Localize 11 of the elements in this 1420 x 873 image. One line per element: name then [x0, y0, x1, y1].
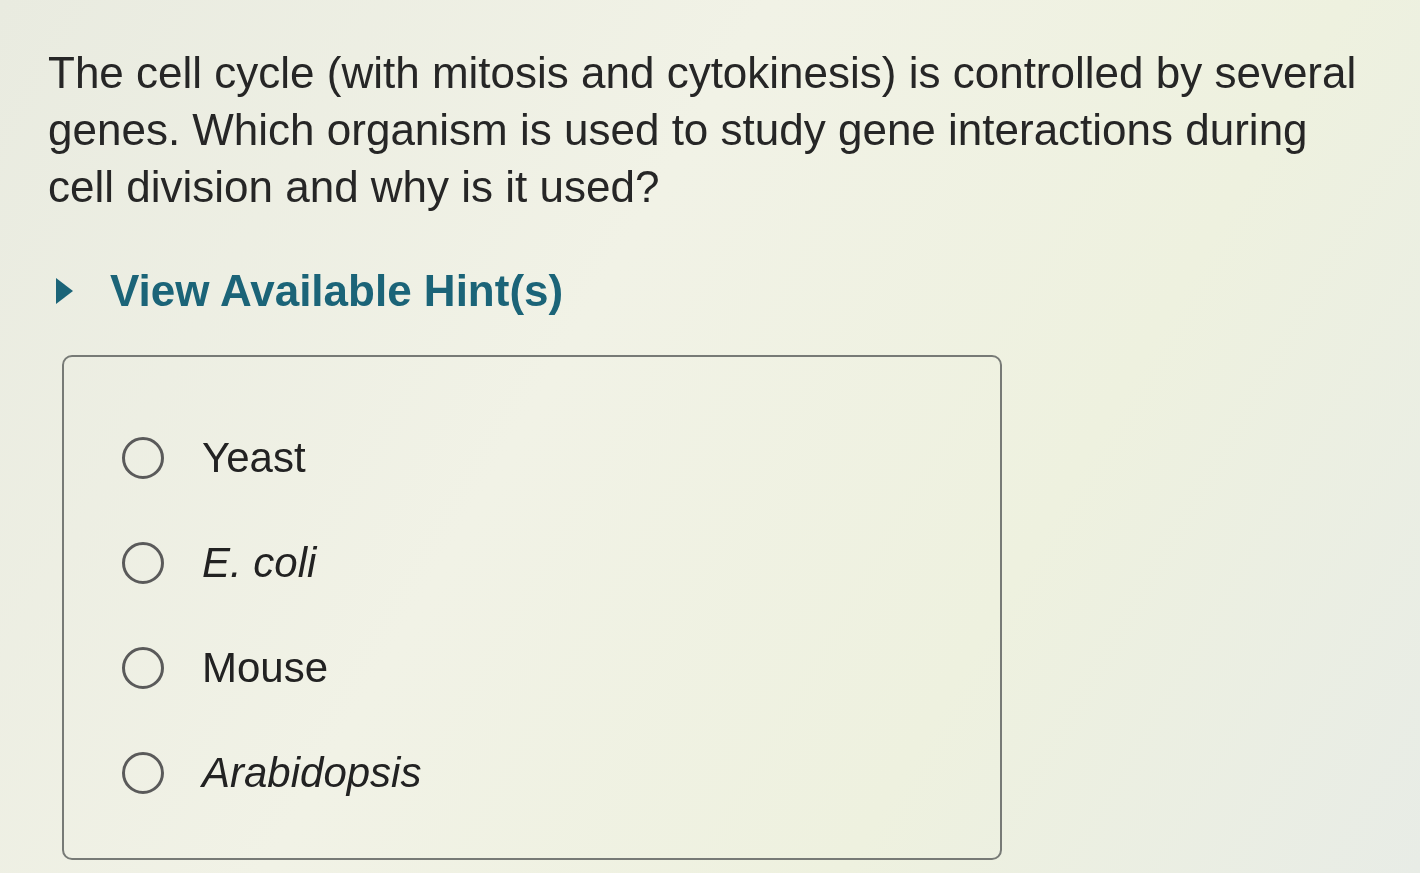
- caret-icon: [54, 277, 74, 305]
- option-label: Arabidopsis: [202, 748, 422, 798]
- option-label: E. coli: [202, 538, 317, 588]
- option-label: Mouse: [202, 643, 329, 693]
- radio-button[interactable]: [122, 752, 164, 794]
- radio-button[interactable]: [122, 437, 164, 479]
- radio-button[interactable]: [122, 542, 164, 584]
- option-label: Yeast: [202, 433, 306, 483]
- radio-button[interactable]: [122, 647, 164, 689]
- question-text: The cell cycle (with mitosis and cytokinesis) is controlled by several genes. Which organism is used to study gene interactions during cell division and why is it used?: [48, 47, 1358, 213]
- hint-toggle[interactable]: View Available Hint(s): [54, 263, 564, 319]
